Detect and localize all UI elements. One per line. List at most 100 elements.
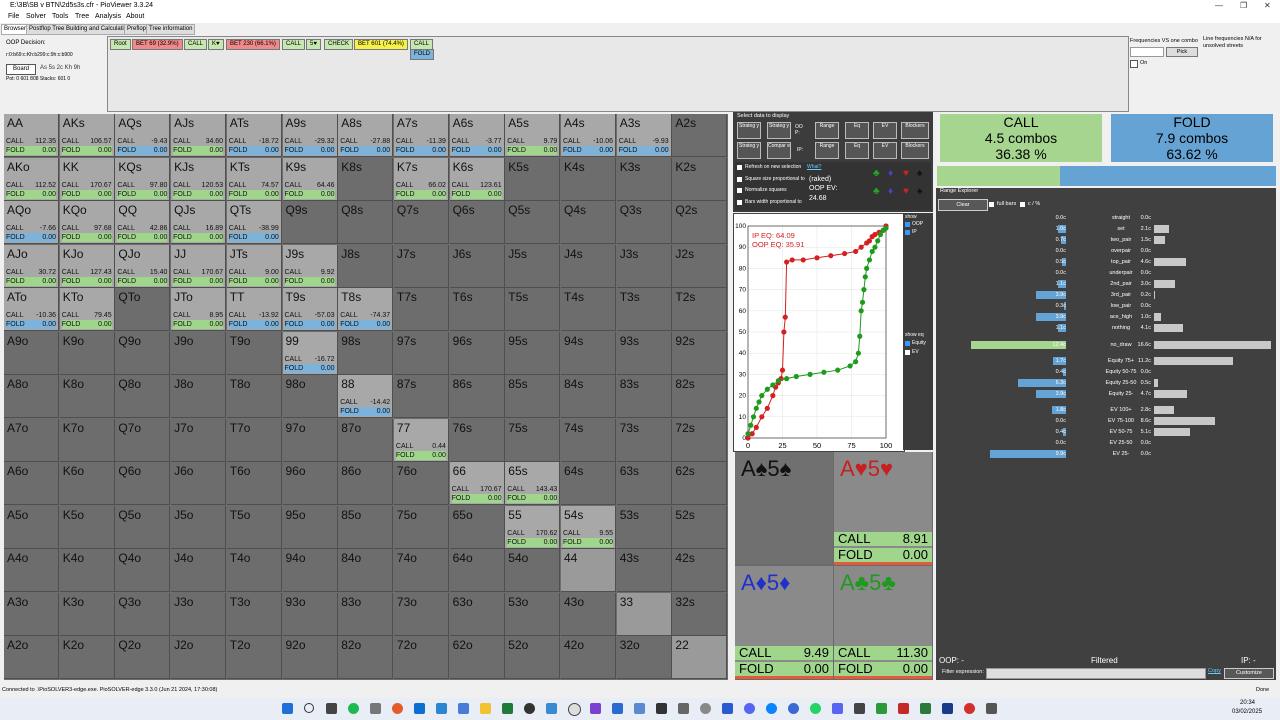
tab-postflop[interactable]: Postflop Tree Building and Calculations: [26, 24, 137, 35]
hand-cell[interactable]: KQs CALL 97.80 FOLD 0.00: [115, 157, 171, 201]
app-icon-10[interactable]: [920, 703, 931, 714]
hand-cell[interactable]: A9s CALL -29.32 FOLD 0.00: [282, 114, 338, 157]
range-row[interactable]: 0.0c overpair 0.0c: [936, 246, 1276, 257]
ip-show-checkbox[interactable]: [905, 230, 910, 235]
messenger-icon[interactable]: [766, 703, 777, 714]
hand-cell[interactable]: JTo CALL 8.95 FOLD 0.00: [171, 288, 227, 331]
hand-cell[interactable]: J7o: [171, 418, 227, 462]
app-icon-12[interactable]: [964, 703, 975, 714]
spotify-icon[interactable]: [348, 703, 359, 714]
tree-node[interactable]: CALL: [184, 39, 208, 50]
hand-cell[interactable]: Q5o: [115, 505, 171, 549]
hand-cell[interactable]: JJ CALL 170.67 FOLD 0.00: [171, 244, 227, 288]
hand-cell[interactable]: J5o: [171, 505, 227, 549]
hand-cell[interactable]: J2o: [171, 636, 227, 679]
hand-cell[interactable]: 52o: [505, 636, 561, 679]
hand-cell[interactable]: 76s: [449, 418, 505, 462]
board-button[interactable]: Board: [6, 64, 36, 75]
hand-cell[interactable]: T4o: [226, 549, 282, 592]
hand-cell[interactable]: Q5s: [505, 201, 561, 244]
hand-cell[interactable]: J6o: [171, 462, 227, 505]
hand-cell[interactable]: J5s: [505, 244, 561, 288]
notepad-icon[interactable]: [458, 703, 469, 714]
hand-cell[interactable]: 76o: [393, 462, 449, 505]
hand-cell[interactable]: J4o: [171, 549, 227, 592]
hand-cell[interactable]: 86s: [449, 375, 505, 418]
app-icon-13[interactable]: [986, 703, 997, 714]
hand-cell[interactable]: AA CALL 112.35 FOLD 0.00: [4, 114, 59, 157]
hand-cell[interactable]: 44: [561, 549, 616, 592]
menu-file[interactable]: File: [8, 13, 19, 20]
hand-cell[interactable]: T3o: [226, 592, 282, 636]
hand-cell[interactable]: ATo CALL -10.36 FOLD 0.00: [4, 288, 59, 331]
hand-cell[interactable]: KQo CALL 97.68 FOLD 0.00: [59, 201, 115, 244]
hand-cell[interactable]: J3o: [171, 592, 227, 636]
hand-cell[interactable]: 66 CALL 170.67 FOLD 0.00: [449, 462, 505, 505]
ip-strategy-button[interactable]: Strateg y: [737, 142, 761, 159]
hand-cell[interactable]: J9s CALL 9.92 FOLD 0.00: [282, 244, 338, 288]
range-row[interactable]: 1.1c 2nd_pair 3.0c: [936, 279, 1276, 290]
minimize-button[interactable]: —: [1215, 1, 1223, 10]
hand-cell[interactable]: 83s: [616, 375, 672, 418]
hand-cell[interactable]: T6s: [449, 288, 505, 331]
hand-cell[interactable]: 73s: [616, 418, 672, 462]
tree-node[interactable]: Root: [110, 39, 131, 50]
hand-cell[interactable]: 53o: [505, 592, 561, 636]
hand-cell[interactable]: KJo CALL 127.43 FOLD 0.00: [59, 244, 115, 288]
visual-studio-icon[interactable]: [590, 703, 601, 714]
hand-cell[interactable]: A3s CALL -9.93 FOLD 0.00: [616, 114, 672, 157]
hand-cell[interactable]: Q6s: [449, 201, 505, 244]
hand-cell[interactable]: AJo CALL 30.72 FOLD 0.00: [4, 244, 59, 288]
hand-cell[interactable]: K5s: [505, 157, 561, 201]
hand-cell[interactable]: J2s: [672, 244, 728, 288]
range-row[interactable]: 0.3c low_pair 0.0c: [936, 301, 1276, 312]
copy-link[interactable]: Copy: [1208, 668, 1221, 674]
hand-cell[interactable]: K2o: [59, 636, 115, 679]
hand-cell[interactable]: 63s: [616, 462, 672, 505]
hand-cell[interactable]: 54o: [505, 549, 561, 592]
menu-tree[interactable]: Tree: [75, 13, 89, 20]
hand-cell[interactable]: Q7s: [393, 201, 449, 244]
app-icon-7[interactable]: [854, 703, 865, 714]
hand-cell[interactable]: A8s CALL -27.88 FOLD 0.00: [338, 114, 394, 157]
hand-cell[interactable]: 82o: [338, 636, 394, 679]
range-row[interactable]: 0.4c EV 50-75 5.1c: [936, 427, 1276, 438]
hand-cell[interactable]: 43s: [616, 549, 672, 592]
hand-cell[interactable]: 62s: [672, 462, 728, 505]
excel-icon[interactable]: [502, 703, 513, 714]
hand-cell[interactable]: Q8o: [115, 375, 171, 418]
hand-cell[interactable]: A7s CALL -11.39 FOLD 0.00: [393, 114, 449, 157]
hand-cell[interactable]: Q2o: [115, 636, 171, 679]
bars-width-checkbox[interactable]: [737, 200, 742, 205]
hand-cell[interactable]: 96o: [282, 462, 338, 505]
hand-cell[interactable]: KTo CALL 79.45 FOLD 0.00: [59, 288, 115, 331]
hand-cell[interactable]: 93o: [282, 592, 338, 636]
hand-cell[interactable]: AJs CALL 34.60 FOLD 0.00: [171, 114, 227, 157]
hand-cell[interactable]: A9o: [4, 331, 59, 375]
app-icon-blue[interactable]: [546, 703, 557, 714]
hand-cell[interactable]: T3s: [616, 288, 672, 331]
hand-cell[interactable]: 42o: [561, 636, 616, 679]
ip-blockers-button[interactable]: Blockers: [901, 142, 929, 159]
hand-cell[interactable]: Q9s: [282, 201, 338, 244]
hand-cell[interactable]: K8s: [338, 157, 394, 201]
ip-range-button[interactable]: Range: [815, 142, 839, 159]
hand-cell[interactable]: A7o: [4, 418, 59, 462]
hand-cell[interactable]: 95s: [505, 331, 561, 375]
hand-cell[interactable]: 84o: [338, 549, 394, 592]
suit-combo[interactable]: A♥5♥ CALL 8.91 FOLD 0.00: [834, 452, 932, 565]
suit-combo[interactable]: A♠5♠: [735, 452, 833, 564]
range-row[interactable]: 0.5c top_pair 4.6c: [936, 257, 1276, 268]
oop-ev-button[interactable]: EV: [873, 122, 897, 139]
hand-cell[interactable]: JTs CALL 9.00 FOLD 0.00: [226, 244, 282, 288]
normalize-checkbox[interactable]: [737, 188, 742, 193]
hand-cell[interactable]: 87o: [338, 418, 394, 462]
hand-cell[interactable]: 99 CALL -16.72 FOLD 0.00: [282, 331, 338, 375]
hand-cell[interactable]: 92s: [672, 331, 728, 375]
menu-solver[interactable]: Solver: [26, 13, 46, 20]
chrome-icon[interactable]: [568, 703, 581, 716]
hand-cell[interactable]: A6o: [4, 462, 59, 505]
refresh-checkbox[interactable]: [737, 165, 742, 170]
hand-cell[interactable]: 74s: [561, 418, 616, 462]
tree-node-fold[interactable]: FOLD: [410, 49, 435, 60]
